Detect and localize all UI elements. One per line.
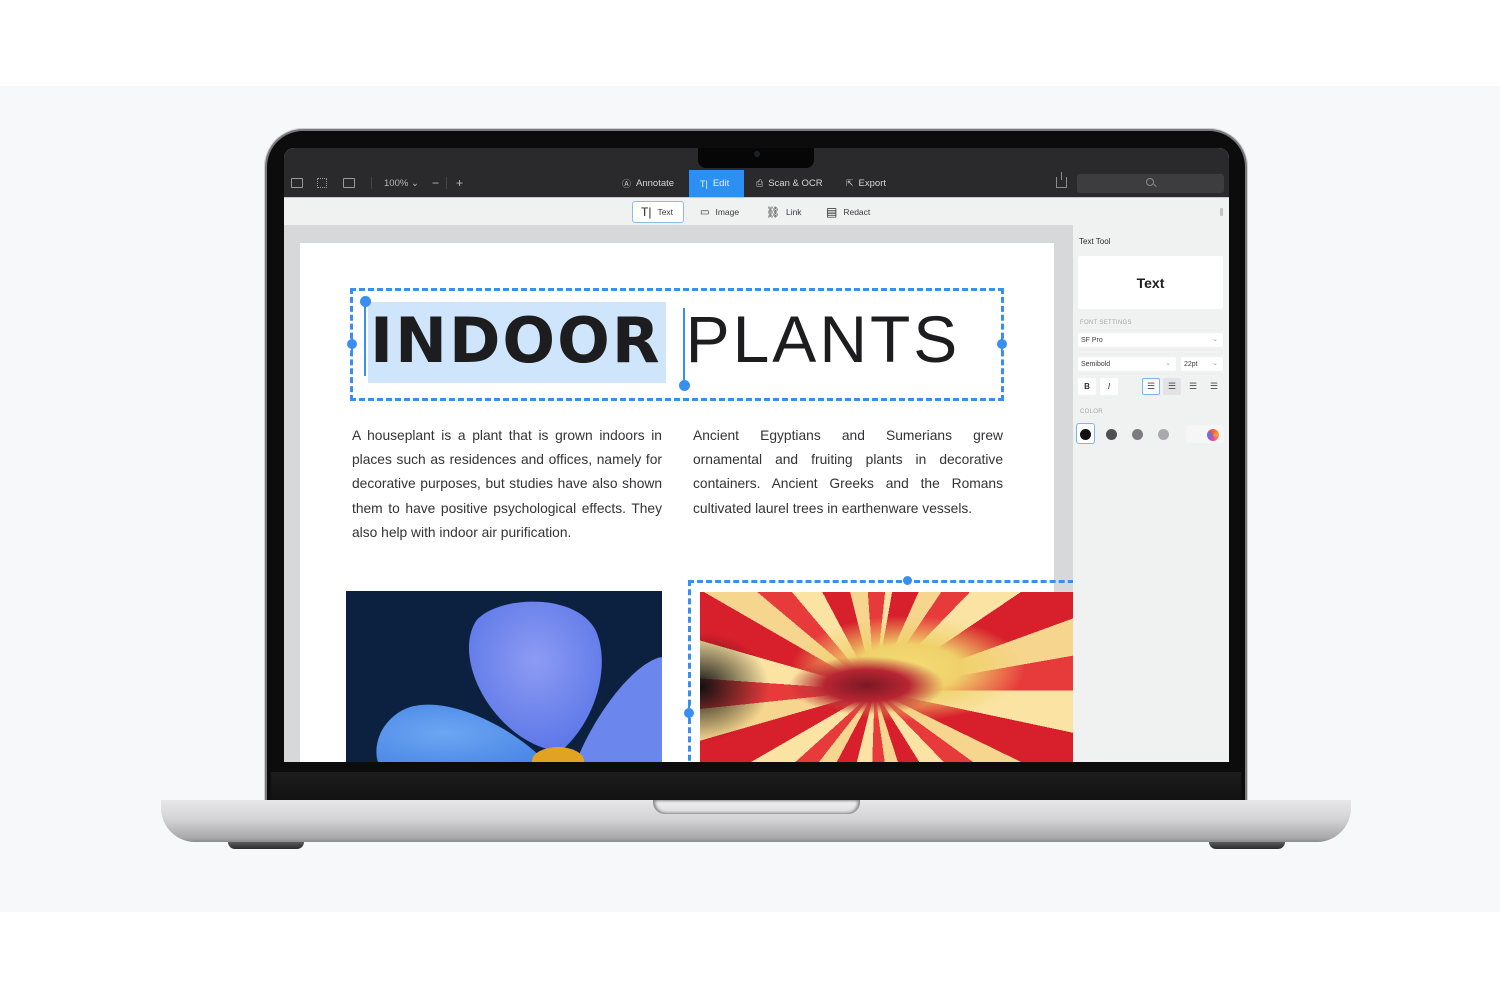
- italic-button[interactable]: I: [1100, 378, 1118, 395]
- page-title[interactable]: INDOOR PLANTS: [368, 302, 960, 383]
- tool-label: Link: [785, 207, 802, 217]
- search-input[interactable]: [1077, 174, 1224, 193]
- redact-icon: ▤: [826, 205, 838, 219]
- align-center-button[interactable]: ☰: [1163, 378, 1181, 395]
- blue-flower-illustration: [376, 601, 662, 762]
- selection-handle-start[interactable]: [360, 296, 371, 307]
- tab-label: Edit: [712, 178, 730, 189]
- red-dahlia-image[interactable]: [700, 592, 1116, 762]
- page-layout-icon[interactable]: [343, 178, 355, 188]
- scan-icon: ⎙: [756, 178, 764, 188]
- tab-export[interactable]: ⇱ Export: [835, 170, 897, 197]
- tab-label: Export: [858, 178, 887, 189]
- tool-text[interactable]: T| Text: [632, 201, 684, 223]
- zoom-level-value: 100%: [384, 178, 409, 189]
- search-icon: [1146, 178, 1154, 186]
- app-window: 100% ⌄ − + Ⓐ Annotate T| Edit ⎙ Scan & O…: [284, 148, 1229, 762]
- grid-icon[interactable]: [317, 178, 327, 188]
- color-swatch-gray[interactable]: [1132, 429, 1143, 440]
- zoom-in-button[interactable]: +: [456, 176, 463, 190]
- resize-handle-left[interactable]: [347, 333, 357, 355]
- toolbar-divider: [446, 177, 447, 189]
- tab-label: Annotate: [636, 178, 675, 189]
- edit-toolbar: T| Text ▭ Image ⛓ Link ▤ Redact: [284, 197, 1229, 225]
- paragraph-left[interactable]: A houseplant is a plant that is grown in…: [352, 424, 662, 545]
- resize-handle-left[interactable]: [684, 702, 694, 724]
- font-family-select[interactable]: SF Pro ⌄: [1078, 333, 1223, 347]
- align-right-button[interactable]: ☰: [1205, 378, 1223, 395]
- sidebar-icon[interactable]: [291, 178, 303, 188]
- justify-button[interactable]: ☰: [1184, 378, 1202, 395]
- scrollbar[interactable]: [1220, 208, 1223, 216]
- align-right-icon: ☰: [1209, 381, 1219, 391]
- color-label: COLOR: [1080, 409, 1103, 415]
- tool-link[interactable]: ⛓ Link: [758, 201, 810, 223]
- tool-label: Text: [657, 207, 674, 217]
- color-swatch-black[interactable]: [1080, 429, 1091, 440]
- tool-label: Image: [715, 207, 740, 217]
- zoom-out-button[interactable]: −: [432, 176, 439, 190]
- tab-edit[interactable]: T| Edit: [689, 170, 744, 197]
- panel-title: Text Tool: [1079, 237, 1111, 246]
- laptop-foot-left: [228, 842, 304, 849]
- title-selected-text[interactable]: INDOOR: [368, 302, 666, 383]
- laptop-foot-right: [1209, 842, 1285, 849]
- annotate-icon: Ⓐ: [622, 179, 632, 189]
- tool-redact[interactable]: ▤ Redact: [818, 201, 878, 223]
- camera-icon: [754, 151, 760, 157]
- font-size-value: 22pt: [1184, 360, 1198, 368]
- tool-image[interactable]: ▭ Image: [692, 201, 747, 223]
- color-swatch-dark-gray[interactable]: [1106, 429, 1117, 440]
- toolbar-divider: [371, 177, 372, 189]
- paragraph-right[interactable]: Ancient Egyptians and Sumerians grew orn…: [693, 424, 1003, 521]
- chevron-down-icon: ⌄: [1212, 360, 1218, 367]
- laptop-chin: [271, 772, 1241, 800]
- font-weight-select[interactable]: Semibold ⌄: [1078, 357, 1176, 371]
- color-swatch-light-gray[interactable]: [1158, 429, 1169, 440]
- justify-icon: ☰: [1188, 381, 1198, 391]
- bold-button[interactable]: B: [1078, 378, 1096, 395]
- share-icon[interactable]: [1056, 172, 1067, 188]
- align-center-icon: ☰: [1167, 381, 1177, 391]
- align-left-button[interactable]: ☰: [1142, 378, 1160, 395]
- font-settings-label: FONT SETTINGS: [1080, 320, 1132, 326]
- title-text-light[interactable]: PLANTS: [686, 302, 961, 376]
- tab-annotate[interactable]: Ⓐ Annotate: [611, 170, 685, 197]
- color-wheel-icon[interactable]: [1207, 429, 1219, 441]
- tab-scan-ocr[interactable]: ⎙ Scan & OCR: [745, 170, 834, 197]
- tab-label: Scan & OCR: [768, 178, 823, 189]
- resize-handle-right[interactable]: [997, 333, 1007, 355]
- selection-caret-start[interactable]: [364, 298, 366, 376]
- selection-caret-end[interactable]: [683, 308, 685, 386]
- text-cursor-icon: T|: [700, 178, 708, 189]
- chevron-down-icon: ⌄: [1212, 336, 1218, 343]
- font-size-select[interactable]: 22pt ⌄: [1181, 357, 1223, 371]
- tool-label: Redact: [843, 207, 871, 217]
- text-tool-panel: Text Tool Text FONT SETTINGS SF Pro ⌄ Se…: [1073, 225, 1229, 762]
- text-preview: Text: [1078, 256, 1223, 309]
- blue-flower-image[interactable]: [346, 591, 662, 762]
- image-icon: ▭: [700, 206, 710, 218]
- font-family-value: SF Pro: [1081, 336, 1103, 344]
- align-left-icon: ☰: [1146, 381, 1156, 391]
- chevron-down-icon: ⌄: [410, 178, 419, 189]
- link-icon: ⛓: [766, 206, 780, 219]
- laptop-thumb-notch: [653, 800, 860, 814]
- chevron-down-icon: ⌄: [1165, 360, 1171, 367]
- resize-handle-top[interactable]: [903, 576, 912, 585]
- selection-handle-end[interactable]: [679, 380, 690, 391]
- zoom-level-dropdown[interactable]: 100% ⌄: [384, 178, 419, 189]
- text-tool-icon: T|: [641, 205, 652, 219]
- font-weight-value: Semibold: [1081, 360, 1111, 368]
- export-icon: ⇱: [846, 178, 854, 188]
